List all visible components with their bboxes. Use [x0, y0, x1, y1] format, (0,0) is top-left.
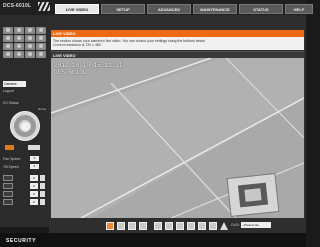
fullscreen-icon[interactable] — [106, 222, 114, 230]
left-panel: Camera Logout I/O Status Home Pan Speed … — [0, 15, 49, 243]
camera-icon[interactable] — [3, 51, 13, 58]
control-value[interactable]: 0 — [30, 183, 38, 189]
resolution-text: Current resolution is 720 x 480. — [53, 43, 102, 48]
patrol-button[interactable] — [5, 145, 14, 150]
video-title: LIVE VIDEO — [51, 51, 304, 58]
microphone-icon[interactable] — [187, 222, 195, 230]
section-title: LIVE VIDEO — [51, 30, 304, 37]
camera-name-overlay: DCS-6010L — [54, 69, 87, 76]
preset-list-select[interactable]: --Preset List-- — [241, 222, 271, 228]
patrol-toggle[interactable] — [28, 145, 40, 150]
camera-icon[interactable] — [14, 35, 24, 42]
digital-io-icon[interactable] — [209, 222, 217, 230]
footer: SECURITY — [0, 233, 306, 247]
focus-icon[interactable] — [3, 175, 13, 181]
ceiling-vent — [226, 173, 280, 217]
tab-live-video[interactable]: LIVE VIDEO — [55, 4, 99, 14]
io-status-label: I/O Status — [3, 101, 19, 105]
tab-advanced[interactable]: ADVANCED — [147, 4, 191, 14]
camera-icon[interactable] — [3, 43, 13, 50]
ceiling-scene — [51, 58, 304, 218]
control-button[interactable] — [40, 199, 45, 205]
camera-icon[interactable] — [14, 51, 24, 58]
logout-link[interactable]: Logout — [3, 89, 14, 93]
wave-icon[interactable] — [3, 191, 13, 197]
camera-icon[interactable] — [3, 27, 13, 34]
tilt-speed-label: Tilt Speed — [3, 165, 19, 169]
home-label[interactable]: Home — [38, 107, 46, 111]
zoom-icon[interactable] — [117, 222, 125, 230]
speaker-icon[interactable] — [198, 222, 206, 230]
video-viewport[interactable]: 2012/10/10 15:11:31 DCS-6010L — [51, 58, 304, 218]
pan-speed-value[interactable]: 0 — [30, 156, 39, 161]
tilt-speed-value[interactable]: 0 — [30, 164, 39, 169]
control-button[interactable] — [40, 175, 45, 181]
camera-icon[interactable] — [25, 43, 35, 50]
ptz-home-button[interactable] — [21, 122, 30, 131]
control-button[interactable] — [40, 183, 45, 189]
record-icon[interactable] — [128, 222, 136, 230]
zoom-icon[interactable] — [3, 183, 13, 189]
camera-icon[interactable] — [14, 27, 24, 34]
brand-stripes-icon — [38, 2, 50, 11]
main-tabs: LIVE VIDEO SETUP ADVANCED MAINTENANCE ST… — [55, 4, 313, 14]
camera-icon[interactable] — [14, 43, 24, 50]
user-select[interactable]: Camera — [3, 81, 26, 87]
video-toolbar: GoTo --Preset List-- — [51, 218, 304, 233]
video-overlay: 2012/10/10 15:11:31 DCS-6010L — [54, 62, 122, 76]
tab-status[interactable]: STATUS — [239, 4, 283, 14]
camera-grid — [3, 27, 46, 58]
ptz-control-pad[interactable] — [10, 111, 40, 141]
folder-icon[interactable] — [154, 222, 162, 230]
timestamp-overlay: 2012/10/10 15:11:31 — [54, 62, 123, 69]
camera-icon[interactable] — [25, 51, 35, 58]
camera-icon[interactable] — [3, 35, 13, 42]
snapshot-icon[interactable] — [139, 222, 147, 230]
vent-center — [244, 188, 262, 202]
control-value[interactable]: 0 — [30, 191, 38, 197]
main-content: LIVE VIDEO The section shows your camera… — [49, 15, 306, 233]
alert-icon[interactable] — [220, 222, 228, 230]
camera-icon[interactable] — [36, 35, 46, 42]
pan-speed-label: Pan Speed — [3, 157, 21, 161]
section-description: The section shows your camera's live vid… — [51, 37, 304, 50]
control-value[interactable]: 0 — [30, 199, 38, 205]
control-value[interactable]: 0 — [30, 175, 38, 181]
tab-help[interactable]: HELP — [285, 4, 313, 14]
camera-icon[interactable] — [36, 43, 46, 50]
footer-brand: SECURITY — [6, 238, 37, 244]
listen-icon[interactable] — [165, 222, 173, 230]
goto-label: GoTo — [231, 223, 240, 227]
camera-icon[interactable] — [36, 51, 46, 58]
model-name: DCS-6010L — [3, 3, 32, 9]
tab-maintenance[interactable]: MAINTENANCE — [193, 4, 237, 14]
talk-icon[interactable] — [176, 222, 184, 230]
camera-icon[interactable] — [25, 35, 35, 42]
camera-icon[interactable] — [36, 27, 46, 34]
tab-setup[interactable]: SETUP — [101, 4, 145, 14]
control-button[interactable] — [40, 191, 45, 197]
signal-icon[interactable] — [3, 199, 13, 205]
camera-icon[interactable] — [25, 27, 35, 34]
